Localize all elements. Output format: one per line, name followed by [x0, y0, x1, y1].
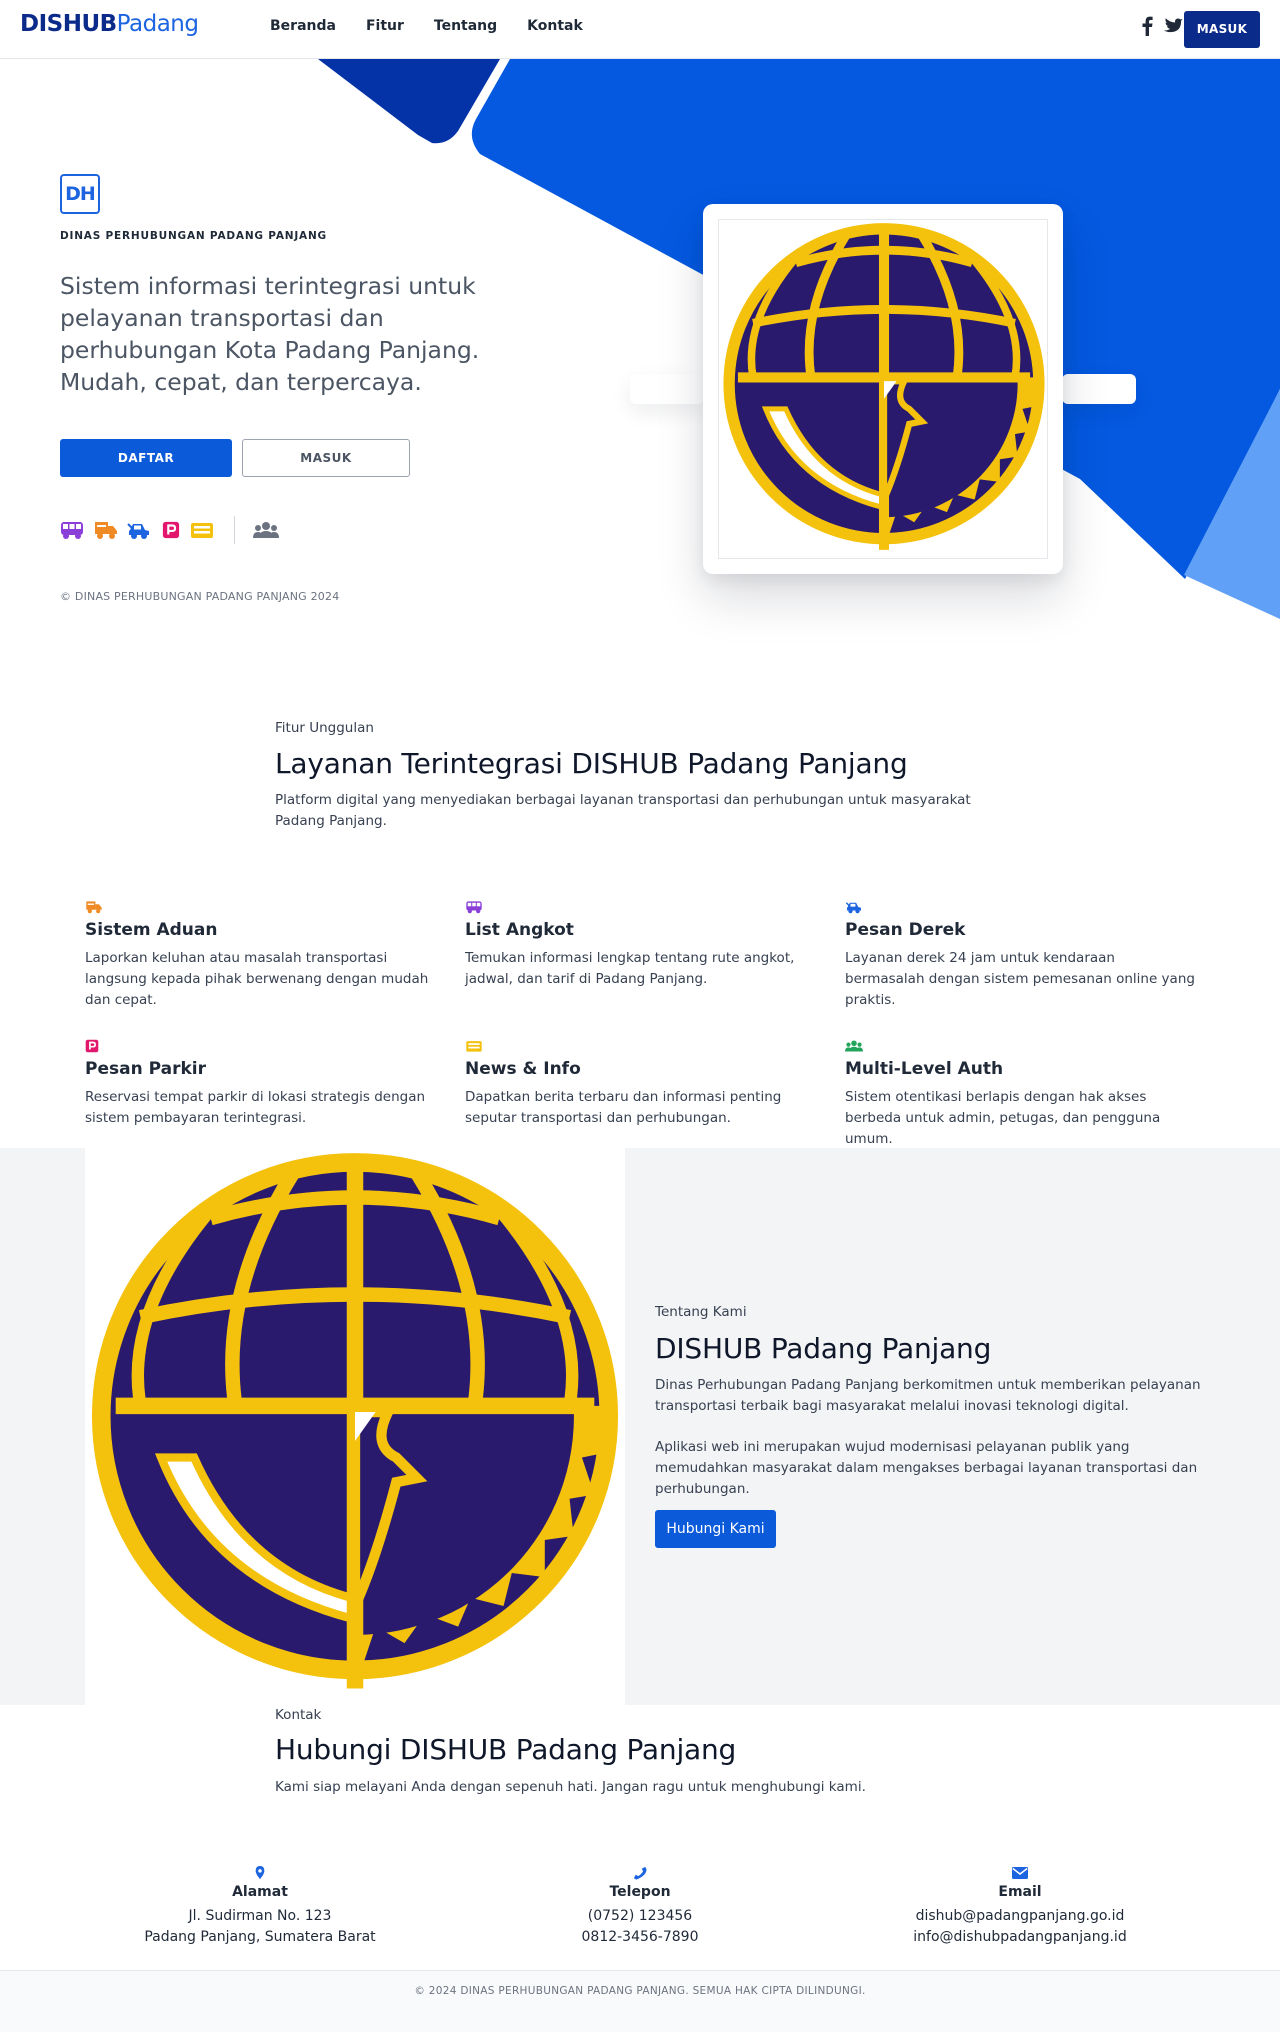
- nav-link-tentang[interactable]: Tentang: [434, 18, 497, 34]
- contact-us-button[interactable]: Hubungi Kami: [655, 1510, 776, 1548]
- feature-desc: Temukan informasi lengkap tentang rute a…: [465, 950, 795, 987]
- dishub-logo-icon: [85, 1148, 625, 1705]
- bus-icon: [465, 900, 483, 914]
- about-image: [85, 1148, 625, 1705]
- feature-card-angkot[interactable]: List Angkot Temukan informasi lengkap te…: [465, 900, 815, 990]
- hero-logo-frame: [718, 219, 1048, 559]
- hero-description: Sistem informasi terintegrasi untuk pela…: [60, 272, 480, 396]
- contact-address-line: Padang Panjang, Sumatera Barat: [144, 1929, 376, 1945]
- twitter-icon[interactable]: [1164, 18, 1183, 34]
- contact-phone-title: Telepon: [609, 1884, 671, 1900]
- top-navbar: DISHUBPadang Beranda Fitur Tentang Konta…: [0, 0, 1280, 59]
- contact-email-line[interactable]: info@dishubpadangpanjang.id: [870, 1927, 1170, 1948]
- about-title: DISHUB Padang Panjang: [655, 1332, 992, 1365]
- hero-bar-right: [1062, 374, 1136, 404]
- brand-logo[interactable]: DISHUBPadang: [20, 11, 199, 37]
- contact-address-line: Jl. Sudirman No. 123: [188, 1908, 332, 1924]
- feature-card-derek[interactable]: Pesan Derek Layanan derek 24 jam untuk k…: [845, 900, 1195, 1011]
- footer: [0, 1970, 1280, 2032]
- feature-desc: Laporkan keluhan atau masalah transporta…: [85, 950, 429, 1008]
- contact-phone: Telepon (0752) 123456 0812-3456-7890: [490, 1866, 790, 1948]
- feature-desc: Layanan derek 24 jam untuk kendaraan ber…: [845, 950, 1195, 1008]
- contact-phone-line[interactable]: (0752) 123456: [490, 1906, 790, 1927]
- hero-logo-card: [703, 204, 1063, 574]
- news-icon: [465, 1039, 483, 1053]
- map-pin-icon: [255, 1866, 265, 1880]
- about-label: Tentang Kami: [655, 1304, 747, 1320]
- about-paragraph-1: Dinas Perhubungan Padang Panjang berkomi…: [655, 1377, 1201, 1414]
- feature-desc: Sistem otentikasi berlapis dengan hak ak…: [845, 1089, 1161, 1147]
- hero-icons-divider: [234, 516, 235, 544]
- feature-title: Sistem Aduan: [85, 920, 218, 940]
- parking-icon: [85, 1039, 99, 1053]
- users-icon: [253, 520, 279, 540]
- facebook-icon[interactable]: [1141, 16, 1153, 36]
- nav-link-beranda[interactable]: Beranda: [270, 18, 336, 34]
- news-icon: [190, 520, 214, 540]
- parking-icon: [162, 520, 180, 540]
- contact-email-line[interactable]: dishub@padangpanjang.go.id: [870, 1906, 1170, 1927]
- footer-copyright: © 2024 DINAS PERHUBUNGAN PADANG PANJANG.…: [414, 1985, 866, 1997]
- org-badge: DH: [60, 174, 100, 214]
- contact-address-title: Alamat: [232, 1884, 288, 1900]
- phone-icon: [633, 1866, 647, 1880]
- features-label: Fitur Unggulan: [275, 720, 374, 736]
- feature-card-aduan[interactable]: Sistem Aduan Laporkan keluhan atau masal…: [85, 900, 435, 1011]
- nav-login-button[interactable]: MASUK: [1184, 11, 1260, 48]
- brand-bold: DISHUB: [20, 11, 117, 37]
- feature-title: News & Info: [465, 1059, 581, 1079]
- truck-icon: [94, 520, 118, 540]
- org-name: DINAS PERHUBUNGAN PADANG PANJANG: [60, 230, 327, 242]
- nav-menu: Beranda Fitur Tentang Kontak: [270, 18, 613, 34]
- contact-title: Hubungi DISHUB Padang Panjang: [275, 1733, 737, 1766]
- contact-label: Kontak: [275, 1707, 322, 1723]
- feature-title: Pesan Parkir: [85, 1059, 206, 1079]
- features-title: Layanan Terintegrasi DISHUB Padang Panja…: [275, 747, 908, 780]
- hero-copyright: © DINAS PERHUBUNGAN PADANG PANJANG 2024: [60, 590, 340, 603]
- contact-address: Alamat Jl. Sudirman No. 123 Padang Panja…: [110, 1866, 410, 1948]
- feature-title: Multi-Level Auth: [845, 1059, 1004, 1079]
- register-button[interactable]: DAFTAR: [60, 439, 232, 477]
- dishub-logo-icon: [719, 220, 1049, 560]
- features-subtitle: Platform digital yang menyediakan berbag…: [275, 792, 971, 829]
- login-button[interactable]: MASUK: [242, 439, 410, 477]
- contact-email: Email dishub@padangpanjang.go.id info@di…: [870, 1866, 1170, 1948]
- tow-car-icon: [127, 520, 151, 540]
- feature-desc: Reservasi tempat parkir di lokasi strate…: [85, 1089, 426, 1126]
- tow-car-icon: [845, 900, 863, 914]
- about-paragraph-2: Aplikasi web ini merupakan wujud moderni…: [655, 1439, 1198, 1497]
- nav-link-fitur[interactable]: Fitur: [366, 18, 404, 34]
- brand-light: Padang: [116, 11, 199, 37]
- bus-icon: [60, 520, 84, 540]
- feature-desc: Dapatkan berita terbaru dan informasi pe…: [465, 1089, 782, 1126]
- truck-icon: [85, 900, 103, 914]
- feature-card-auth[interactable]: Multi-Level Auth Sistem otentikasi berla…: [845, 1039, 1195, 1150]
- feature-title: Pesan Derek: [845, 920, 966, 940]
- hero-bar-left: [630, 374, 704, 404]
- contact-subtitle: Kami siap melayani Anda dengan sepenuh h…: [275, 1779, 866, 1795]
- envelope-icon: [1012, 1867, 1028, 1879]
- users-icon: [845, 1039, 863, 1053]
- contact-email-title: Email: [998, 1884, 1042, 1900]
- feature-card-parkir[interactable]: Pesan Parkir Reservasi tempat parkir di …: [85, 1039, 435, 1129]
- feature-card-news[interactable]: News & Info Dapatkan berita terbaru dan …: [465, 1039, 815, 1129]
- nav-link-kontak[interactable]: Kontak: [527, 18, 583, 34]
- contact-phone-line[interactable]: 0812-3456-7890: [490, 1927, 790, 1948]
- feature-title: List Angkot: [465, 920, 574, 940]
